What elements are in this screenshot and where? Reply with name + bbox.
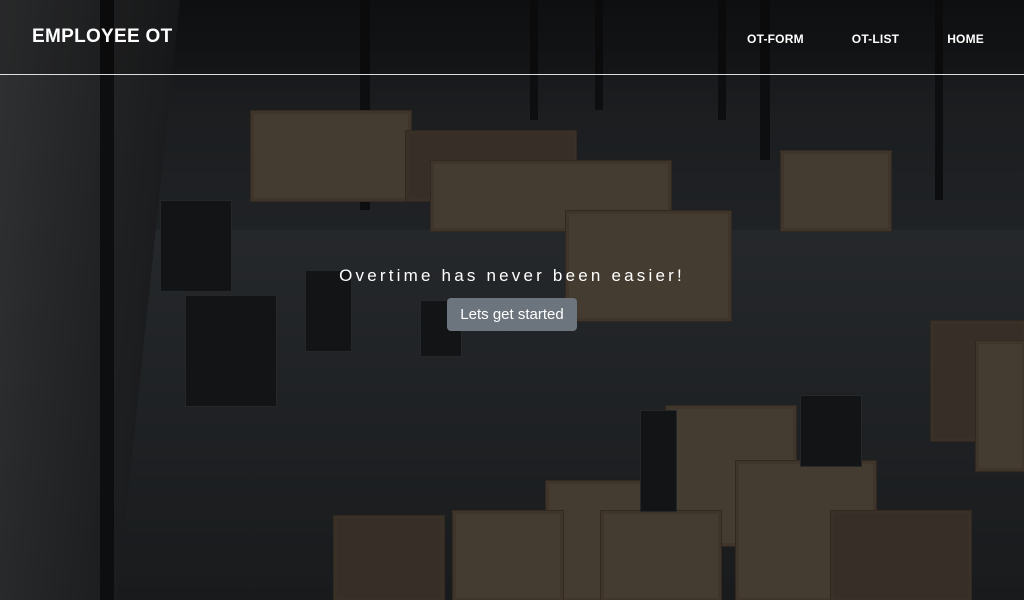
hero-section: Overtime has never been easier! Lets get… (0, 266, 1024, 331)
nav-link-home[interactable]: HOME (947, 32, 984, 46)
brand-logo[interactable]: EMPLOYEE OT (32, 26, 173, 48)
get-started-button[interactable]: Lets get started (447, 298, 577, 331)
nav-link-ot-list[interactable]: OT-LIST (852, 32, 899, 46)
nav-links: OT-FORM OT-LIST HOME (747, 32, 984, 46)
hero-tagline: Overtime has never been easier! (339, 266, 685, 285)
nav-link-ot-form[interactable]: OT-FORM (747, 32, 804, 46)
navbar: EMPLOYEE OT OT-FORM OT-LIST HOME (0, 0, 1024, 75)
